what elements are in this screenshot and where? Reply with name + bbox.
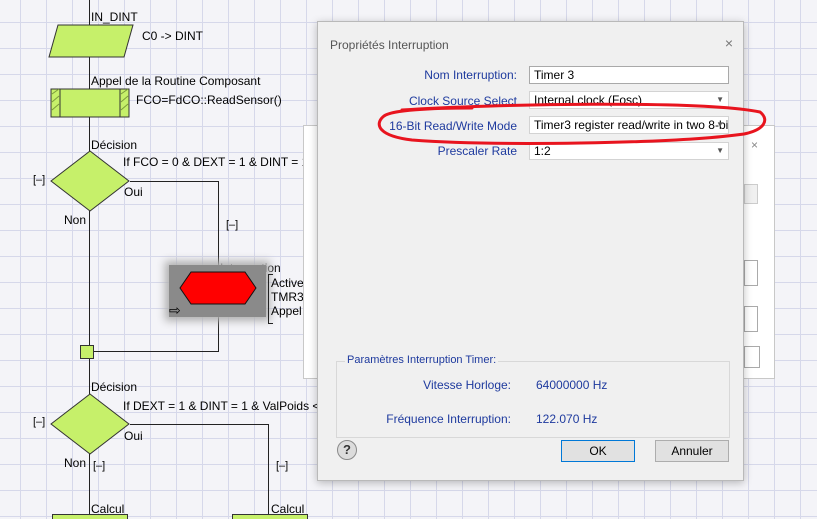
call-block-shape[interactable]	[50, 88, 130, 118]
decision2-condition: If DEXT = 1 & DINT = 1 & ValPoids <	[123, 399, 320, 413]
decision1-yes-label: Oui	[124, 185, 143, 199]
background-field-1	[744, 260, 758, 286]
prescaler-select[interactable]: 1:2 ▼	[529, 142, 729, 160]
interrupt-line-3: Appel	[271, 304, 302, 318]
clock-source-label: Clock Source Select	[408, 94, 517, 108]
calc-left-shape[interactable]	[52, 514, 128, 519]
cursor-arrow-icon: ⇨	[169, 302, 181, 318]
no-branch-collapse-toggle[interactable]: [–]	[93, 460, 105, 472]
call-block-title: Appel de la Routine Composant	[91, 74, 261, 88]
rw-mode-select[interactable]: Timer3 register read/write in two 8-bi ▼	[529, 116, 729, 134]
calc-block-text: C0 -> DINT	[142, 29, 204, 43]
timer-params-legend: Paramètres Interruption Timer:	[345, 354, 499, 366]
decision2-no-label: Non	[64, 456, 87, 470]
cancel-button[interactable]: Annuler	[655, 440, 729, 462]
decision2-yes-branch	[268, 424, 269, 518]
junction-line	[89, 351, 219, 352]
decision1-yes-line	[130, 181, 219, 182]
clock-source-value: Internal clock (Fosc)	[534, 93, 643, 107]
junction-node[interactable]	[80, 345, 94, 359]
chevron-down-icon: ▼	[716, 95, 724, 104]
interrupt-line-1: Active	[271, 276, 304, 290]
decision1-collapse-toggle[interactable]: [–]	[33, 174, 45, 186]
prescaler-value: 1:2	[534, 144, 551, 158]
decision1-condition: If FCO = 0 & DEXT = 1 & DINT = 1	[123, 155, 309, 169]
interrupt-line-2: TMR3	[271, 290, 304, 304]
interrupt-frequency-label: Fréquence Interruption:	[386, 412, 511, 426]
help-icon[interactable]: ?	[337, 440, 357, 460]
interrupt-name-input[interactable]: Timer 3	[529, 66, 729, 84]
interrupt-name-label: Nom Interruption:	[424, 68, 517, 82]
flow-var-label: IN_DINT	[91, 10, 138, 24]
yes-branch-collapse-toggle[interactable]: [–]	[226, 219, 238, 231]
calc-right-shape[interactable]	[232, 514, 308, 519]
decision2-yes-label: Oui	[124, 429, 143, 443]
interrupt-bracket	[268, 274, 269, 324]
rw-mode-value: Timer3 register read/write in two 8-bi	[534, 118, 729, 132]
ok-button[interactable]: OK	[561, 440, 635, 462]
close-icon[interactable]: ×	[725, 35, 733, 51]
yes-branch2-collapse-toggle[interactable]: [–]	[276, 460, 288, 472]
interrupt-bracket-top	[268, 274, 273, 275]
dialog-title: Propriétés Interruption	[330, 38, 449, 52]
decision1-no-label: Non	[64, 213, 87, 227]
chevron-down-icon: ▼	[716, 120, 724, 129]
background-field-2	[744, 306, 758, 332]
decision2-collapse-toggle[interactable]: [–]	[33, 416, 45, 428]
interrupt-bracket-bottom	[268, 323, 273, 324]
call-block-text: FCO=FdCO::ReadSensor()	[136, 93, 282, 107]
background-close-icon: ×	[751, 138, 759, 152]
decision2-title: Décision	[91, 380, 138, 394]
background-field-3	[744, 346, 760, 368]
timer-params-group: Paramètres Interruption Timer: Vitesse H…	[336, 354, 730, 438]
decision2-yes-line	[130, 424, 269, 425]
decision2-shape[interactable]	[50, 393, 130, 455]
background-combo	[744, 184, 758, 204]
clock-speed-value: 64000000 Hz	[536, 378, 608, 392]
calc-block-shape[interactable]	[48, 24, 134, 58]
decision1-shape[interactable]	[50, 150, 130, 212]
prescaler-label: Prescaler Rate	[437, 144, 517, 158]
interrupt-properties-dialog: Propriétés Interruption × Nom Interrupti…	[317, 21, 744, 481]
interrupt-frequency-value: 122.070 Hz	[536, 412, 598, 426]
rw-mode-label: 16-Bit Read/Write Mode	[389, 119, 517, 133]
clock-source-select[interactable]: Internal clock (Fosc) ▼	[529, 91, 729, 109]
interrupt-block-shape[interactable]	[179, 271, 257, 305]
chevron-down-icon: ▼	[716, 146, 724, 155]
clock-speed-label: Vitesse Horloge:	[423, 378, 511, 392]
